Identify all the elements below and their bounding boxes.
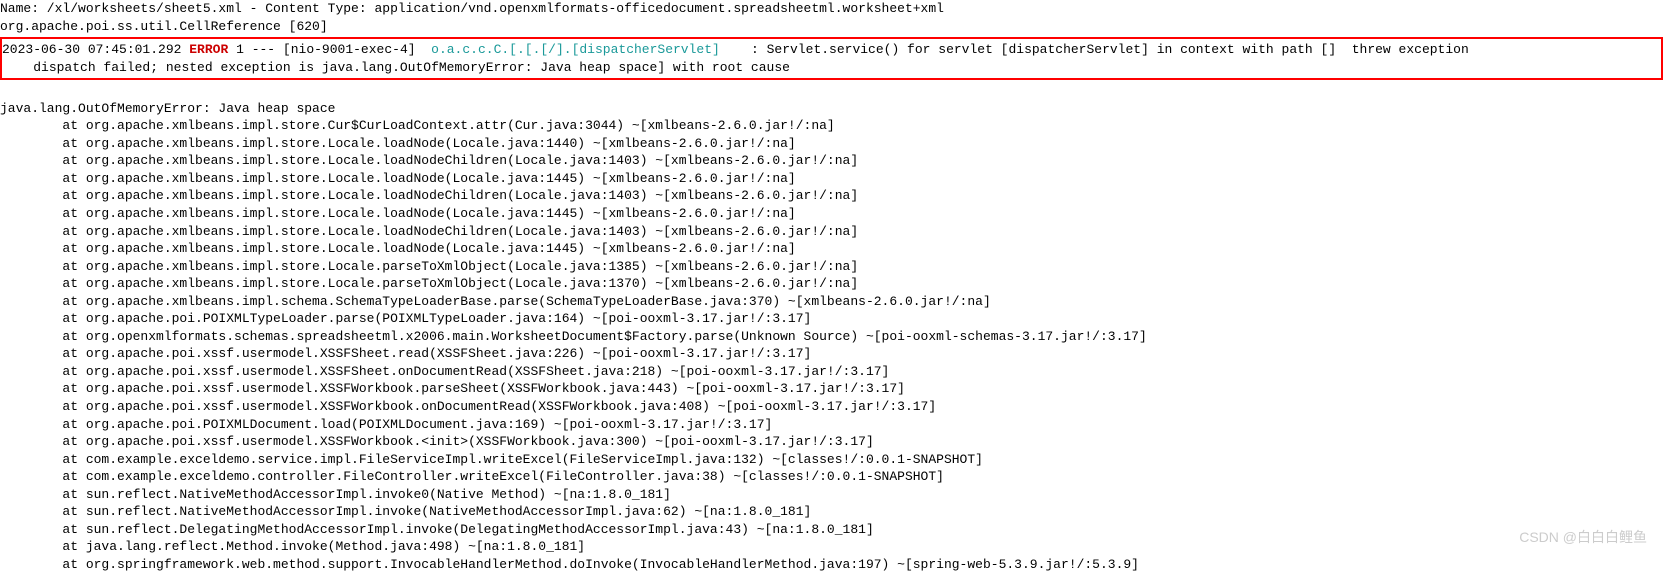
stack-frame: at org.apache.poi.xssf.usermodel.XSSFShe…: [0, 363, 1663, 381]
log-line-top-2: org.apache.poi.ss.util.CellReference [62…: [0, 18, 1663, 36]
stack-frame: at org.apache.xmlbeans.impl.store.Locale…: [0, 135, 1663, 153]
log-timestamp: 2023-06-30 07:45:01.292: [2, 42, 181, 57]
error-log-line: 2023-06-30 07:45:01.292 ERROR 1 --- [nio…: [2, 41, 1661, 59]
stack-frame: at org.apache.xmlbeans.impl.store.Locale…: [0, 205, 1663, 223]
error-continuation: dispatch failed; nested exception is jav…: [2, 59, 1661, 77]
error-highlight-box: 2023-06-30 07:45:01.292 ERROR 1 --- [nio…: [0, 37, 1663, 80]
stack-frame: at sun.reflect.DelegatingMethodAccessorI…: [0, 521, 1663, 539]
thread-num: 1: [236, 42, 244, 57]
stack-frame: at com.example.exceldemo.service.impl.Fi…: [0, 451, 1663, 469]
stack-frame: at org.apache.xmlbeans.impl.store.Locale…: [0, 223, 1663, 241]
stack-frame: at sun.reflect.NativeMethodAccessorImpl.…: [0, 503, 1663, 521]
stack-frame: at org.apache.poi.xssf.usermodel.XSSFShe…: [0, 345, 1663, 363]
stack-frame: at org.apache.xmlbeans.impl.store.Locale…: [0, 152, 1663, 170]
stack-frame: at org.apache.xmlbeans.impl.store.Cur$Cu…: [0, 117, 1663, 135]
stack-frame: at org.apache.xmlbeans.impl.store.Locale…: [0, 170, 1663, 188]
stack-frame: at org.apache.poi.POIXMLDocument.load(PO…: [0, 416, 1663, 434]
log-message: : Servlet.service() for servlet [dispatc…: [751, 42, 1469, 57]
thread-name: [nio-9001-exec-4]: [283, 42, 416, 57]
stack-frame: at org.apache.poi.xssf.usermodel.XSSFWor…: [0, 433, 1663, 451]
watermark: CSDN @白白白鲤鱼: [1519, 528, 1647, 547]
separator: ---: [252, 42, 275, 57]
exception-header: java.lang.OutOfMemoryError: Java heap sp…: [0, 100, 1663, 118]
stack-frame: at org.springframework.web.method.suppor…: [0, 556, 1663, 574]
stack-trace-container: at org.apache.xmlbeans.impl.store.Cur$Cu…: [0, 117, 1663, 573]
stack-frame: at org.apache.xmlbeans.impl.store.Locale…: [0, 258, 1663, 276]
stack-frame: at com.example.exceldemo.controller.File…: [0, 468, 1663, 486]
stack-frame: at org.openxmlformats.schemas.spreadshee…: [0, 328, 1663, 346]
stack-frame: at sun.reflect.NativeMethodAccessorImpl.…: [0, 486, 1663, 504]
stack-frame: at org.apache.poi.POIXMLTypeLoader.parse…: [0, 310, 1663, 328]
stack-frame: at org.apache.xmlbeans.impl.schema.Schem…: [0, 293, 1663, 311]
stack-frame: at org.apache.xmlbeans.impl.store.Locale…: [0, 240, 1663, 258]
log-line-top-1: Name: /xl/worksheets/sheet5.xml - Conten…: [0, 0, 1663, 18]
log-level-error: ERROR: [189, 42, 228, 57]
stack-frame: at org.apache.xmlbeans.impl.store.Locale…: [0, 275, 1663, 293]
logger-name: o.a.c.c.C.[.[.[/].[dispatcherServlet]: [431, 42, 720, 57]
stack-frame: at org.apache.poi.xssf.usermodel.XSSFWor…: [0, 380, 1663, 398]
stack-frame: at java.lang.reflect.Method.invoke(Metho…: [0, 538, 1663, 556]
stack-frame: at org.apache.xmlbeans.impl.store.Locale…: [0, 187, 1663, 205]
blank-line: [0, 82, 1663, 100]
stack-frame: at org.apache.poi.xssf.usermodel.XSSFWor…: [0, 398, 1663, 416]
